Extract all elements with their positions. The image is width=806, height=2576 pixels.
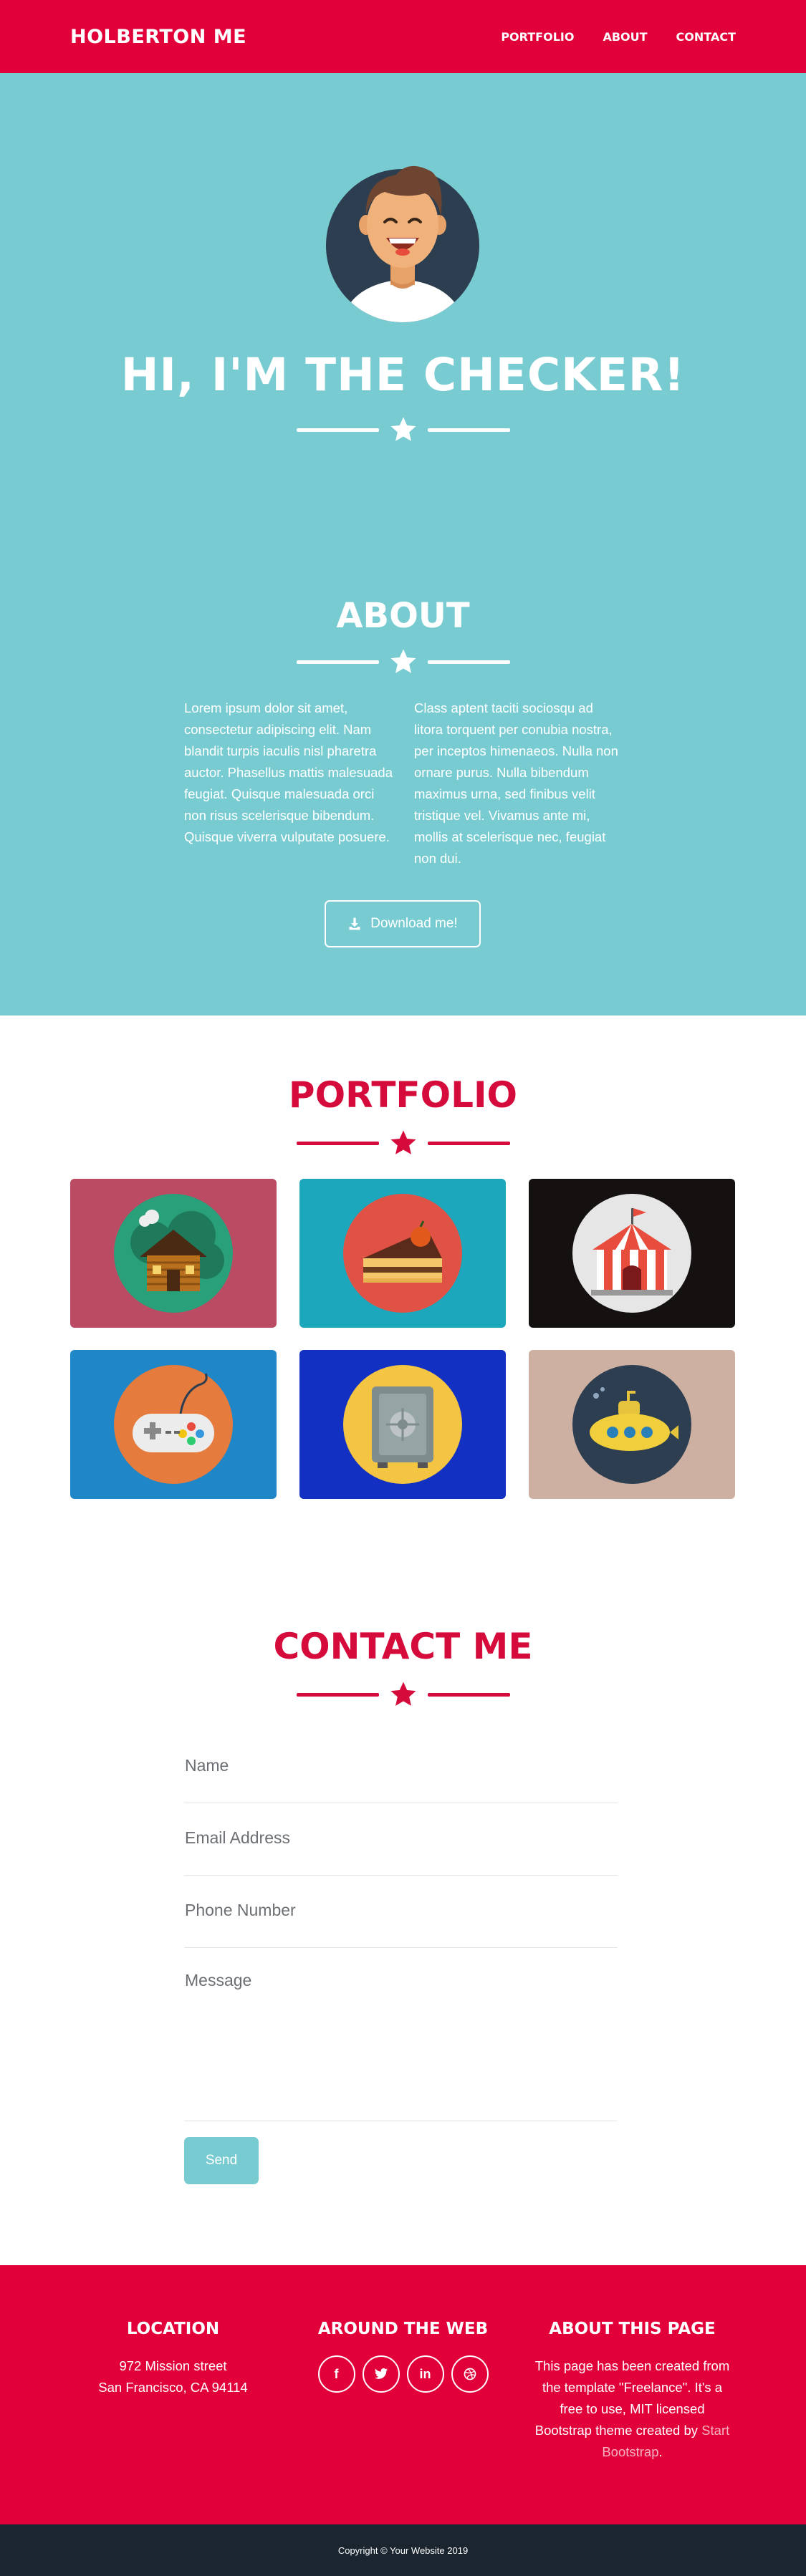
copyright-bar: Copyright © Your Website 2019	[0, 2524, 806, 2576]
divider-line	[427, 1141, 510, 1145]
message-placeholder: Message	[185, 1971, 252, 1989]
copyright-text: Copyright © Your Website 2019	[337, 2544, 469, 2556]
about-page-desc: This page has been created from the temp…	[534, 2358, 730, 2438]
star-icon	[390, 649, 416, 673]
social-links: f in	[301, 2355, 505, 2393]
footer: LOCATION 972 Mission street San Francisc…	[0, 2265, 806, 2524]
email-field[interactable]: Email Address	[184, 1828, 618, 1876]
contact-title: CONTACT ME	[273, 1626, 533, 1667]
name-field[interactable]: Name	[184, 1756, 618, 1803]
portfolio-item-safe[interactable]	[299, 1350, 506, 1499]
divider-line	[427, 1692, 510, 1697]
portfolio-item-cabin[interactable]	[70, 1179, 277, 1328]
email-placeholder: Email Address	[185, 1828, 291, 1847]
nav-links: PORTFOLIO ABOUT CONTACT	[501, 30, 736, 44]
brand-logo[interactable]: HOLBERTON ME	[70, 26, 246, 48]
dribbble-icon[interactable]	[451, 2355, 489, 2393]
web-title: AROUND THE WEB	[317, 2320, 489, 2338]
portfolio-title: PORTFOLIO	[288, 1074, 518, 1116]
portfolio-item-circus[interactable]	[529, 1179, 735, 1328]
star-icon	[390, 417, 416, 441]
nav-link-about[interactable]: ABOUT	[603, 30, 647, 44]
about-page-end: .	[658, 2444, 663, 2459]
star-icon	[390, 1130, 416, 1154]
about-page-title: ABOUT THIS PAGE	[549, 2320, 716, 2338]
divider-line	[296, 660, 379, 664]
divider-line	[296, 428, 379, 432]
safe-icon	[343, 1365, 462, 1484]
address-line1: 972 Mission street	[119, 2358, 227, 2373]
about-title: ABOUT	[336, 596, 470, 636]
about-text-left: Lorem ipsum dolor sit amet, consectetur …	[184, 700, 393, 844]
hero-divider	[0, 415, 806, 444]
about-divider	[0, 647, 806, 676]
footer-location: LOCATION 972 Mission street San Francisc…	[71, 2320, 275, 2398]
phone-field[interactable]: Phone Number	[184, 1901, 618, 1948]
avatar-illustration-icon	[326, 165, 479, 322]
twitter-icon[interactable]	[362, 2355, 400, 2393]
portfolio-item-game[interactable]	[70, 1350, 277, 1499]
name-placeholder: Name	[185, 1756, 229, 1775]
download-button-label: Download me!	[370, 916, 458, 931]
circus-tent-icon	[572, 1194, 691, 1313]
star-icon	[390, 1682, 416, 1706]
address-line2: San Francisco, CA 94114	[98, 2380, 248, 2395]
message-field[interactable]: Message	[184, 1971, 618, 2121]
facebook-icon[interactable]: f	[317, 2355, 355, 2393]
cabin-icon	[114, 1194, 233, 1313]
download-icon	[349, 917, 360, 930]
footer-about: ABOUT THIS PAGE This page has been creat…	[530, 2320, 734, 2463]
game-controller-icon	[114, 1365, 233, 1484]
avatar	[325, 152, 481, 324]
hero-title: HI, I'M THE CHECKER!	[120, 349, 686, 401]
portfolio-item-submarine[interactable]	[529, 1350, 735, 1499]
cake-icon	[343, 1194, 462, 1313]
send-button[interactable]: Send	[184, 2137, 259, 2184]
divider-line	[296, 1692, 379, 1697]
hero-about-section: HI, I'M THE CHECKER! ABOUT Lorem ipsum d…	[0, 73, 806, 1016]
linkedin-icon[interactable]: in	[406, 2355, 444, 2393]
divider-line	[296, 1141, 379, 1145]
location-title: LOCATION	[126, 2320, 220, 2338]
submarine-icon	[572, 1365, 691, 1484]
divider-line	[427, 660, 510, 664]
nav-link-portfolio[interactable]: PORTFOLIO	[501, 30, 574, 44]
contact-divider	[0, 1680, 806, 1709]
portfolio-item-cake[interactable]	[299, 1179, 506, 1328]
download-button[interactable]: Download me!	[325, 900, 481, 947]
about-text-right: Class aptent taciti sociosqu ad litora t…	[414, 700, 618, 866]
navbar: HOLBERTON ME PORTFOLIO ABOUT CONTACT	[0, 0, 806, 73]
footer-social: AROUND THE WEB f in	[301, 2320, 505, 2393]
nav-link-contact[interactable]: CONTACT	[676, 30, 736, 44]
portfolio-divider	[0, 1129, 806, 1157]
about-page-text: This page has been created from the temp…	[530, 2355, 734, 2463]
divider-line	[427, 428, 510, 432]
phone-placeholder: Phone Number	[185, 1901, 296, 1919]
